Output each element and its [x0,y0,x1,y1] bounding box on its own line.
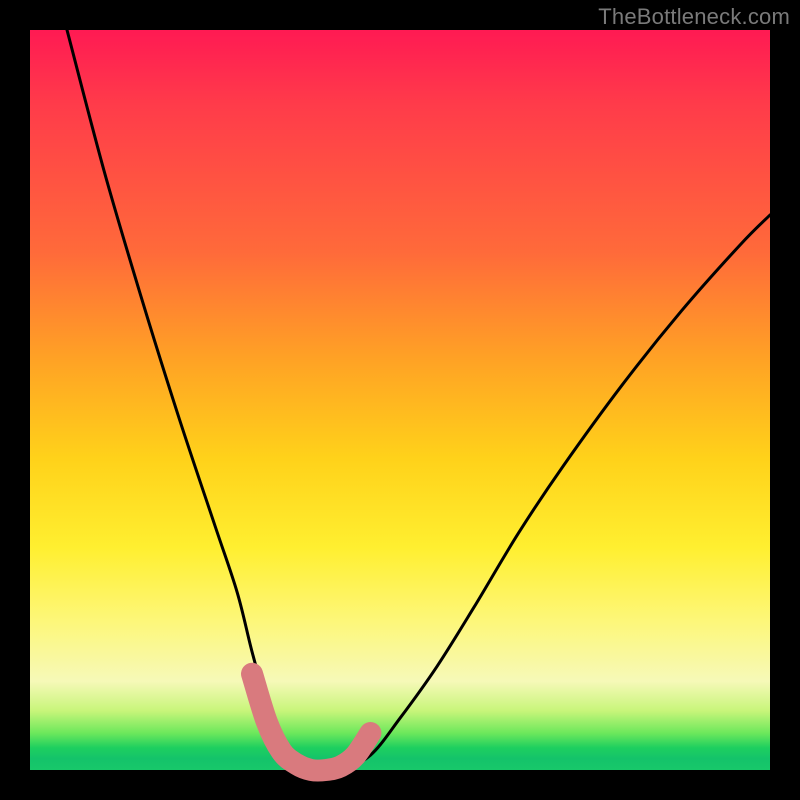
curve-layer [30,30,770,770]
watermark-text: TheBottleneck.com [598,4,790,30]
bottleneck-curve [67,30,770,771]
plot-area [30,30,770,770]
chart-frame: TheBottleneck.com [0,0,800,800]
highlight-arc [252,674,370,771]
